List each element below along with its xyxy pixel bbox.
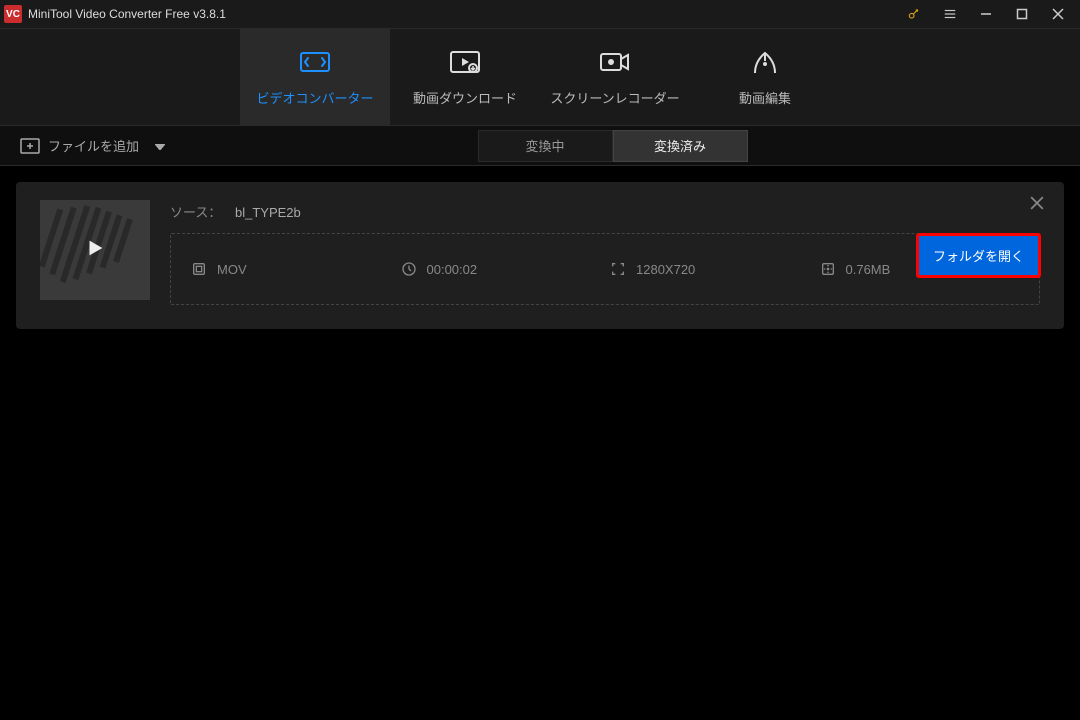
source-label-line: ソース： bl_TYPE2b bbox=[170, 202, 1040, 221]
format-value: MOV bbox=[217, 262, 247, 277]
tab-label: 変換済み bbox=[654, 136, 706, 155]
main-nav: ビデオコンバーター 動画ダウンロード スクリーンレコーダー 動画編集 bbox=[0, 28, 1080, 126]
file-card: ソース： bl_TYPE2b MOV 00:00:02 1280X720 bbox=[16, 182, 1064, 329]
minimize-button[interactable] bbox=[968, 0, 1004, 28]
remove-file-button[interactable] bbox=[1030, 196, 1046, 212]
detail-duration: 00:00:02 bbox=[401, 261, 601, 277]
nav-label: 動画ダウンロード bbox=[413, 88, 517, 107]
editor-icon bbox=[750, 48, 780, 76]
size-value: 0.76MB bbox=[846, 262, 891, 277]
play-icon bbox=[84, 237, 106, 264]
convert-icon bbox=[298, 48, 332, 76]
upgrade-key-button[interactable] bbox=[896, 0, 932, 28]
duration-value: 00:00:02 bbox=[427, 262, 478, 277]
nav-label: ビデオコンバーター bbox=[256, 88, 373, 107]
tab-label: 変換中 bbox=[525, 136, 564, 155]
chevron-down-icon bbox=[155, 138, 165, 153]
recorder-icon bbox=[598, 48, 632, 76]
app-title: MiniTool Video Converter Free v3.8.1 bbox=[28, 7, 896, 21]
title-bar: VC MiniTool Video Converter Free v3.8.1 bbox=[0, 0, 1080, 28]
detail-resolution: 1280X720 bbox=[610, 261, 810, 277]
file-details: MOV 00:00:02 1280X720 0.76MB bbox=[170, 233, 1040, 305]
tab-converted[interactable]: 変換済み bbox=[613, 130, 748, 162]
source-label: ソース： bbox=[170, 205, 221, 220]
app-logo: VC bbox=[4, 5, 22, 23]
nav-editor[interactable]: 動画編集 bbox=[690, 29, 840, 125]
maximize-button[interactable] bbox=[1004, 0, 1040, 28]
content-area: ソース： bl_TYPE2b MOV 00:00:02 1280X720 bbox=[0, 166, 1080, 345]
add-file-button[interactable]: ファイルを追加 bbox=[20, 136, 165, 155]
menu-button[interactable] bbox=[932, 0, 968, 28]
resolution-value: 1280X720 bbox=[636, 262, 695, 277]
status-tabs: 変換中 変換済み bbox=[165, 130, 1060, 162]
download-icon bbox=[448, 48, 482, 76]
nav-label: スクリーンレコーダー bbox=[550, 88, 679, 107]
toolbar: ファイルを追加 変換中 変換済み bbox=[0, 126, 1080, 166]
nav-converter[interactable]: ビデオコンバーター bbox=[240, 29, 390, 125]
add-file-label: ファイルを追加 bbox=[48, 136, 139, 155]
source-filename: bl_TYPE2b bbox=[235, 205, 301, 220]
nav-download[interactable]: 動画ダウンロード bbox=[390, 29, 540, 125]
close-app-button[interactable] bbox=[1040, 0, 1076, 28]
tab-converting[interactable]: 変換中 bbox=[478, 130, 613, 162]
nav-label: 動画編集 bbox=[739, 88, 791, 107]
detail-format: MOV bbox=[191, 261, 391, 277]
nav-recorder[interactable]: スクリーンレコーダー bbox=[540, 29, 690, 125]
video-thumbnail[interactable] bbox=[40, 200, 150, 300]
open-folder-button[interactable]: フォルダを開く bbox=[917, 234, 1040, 277]
